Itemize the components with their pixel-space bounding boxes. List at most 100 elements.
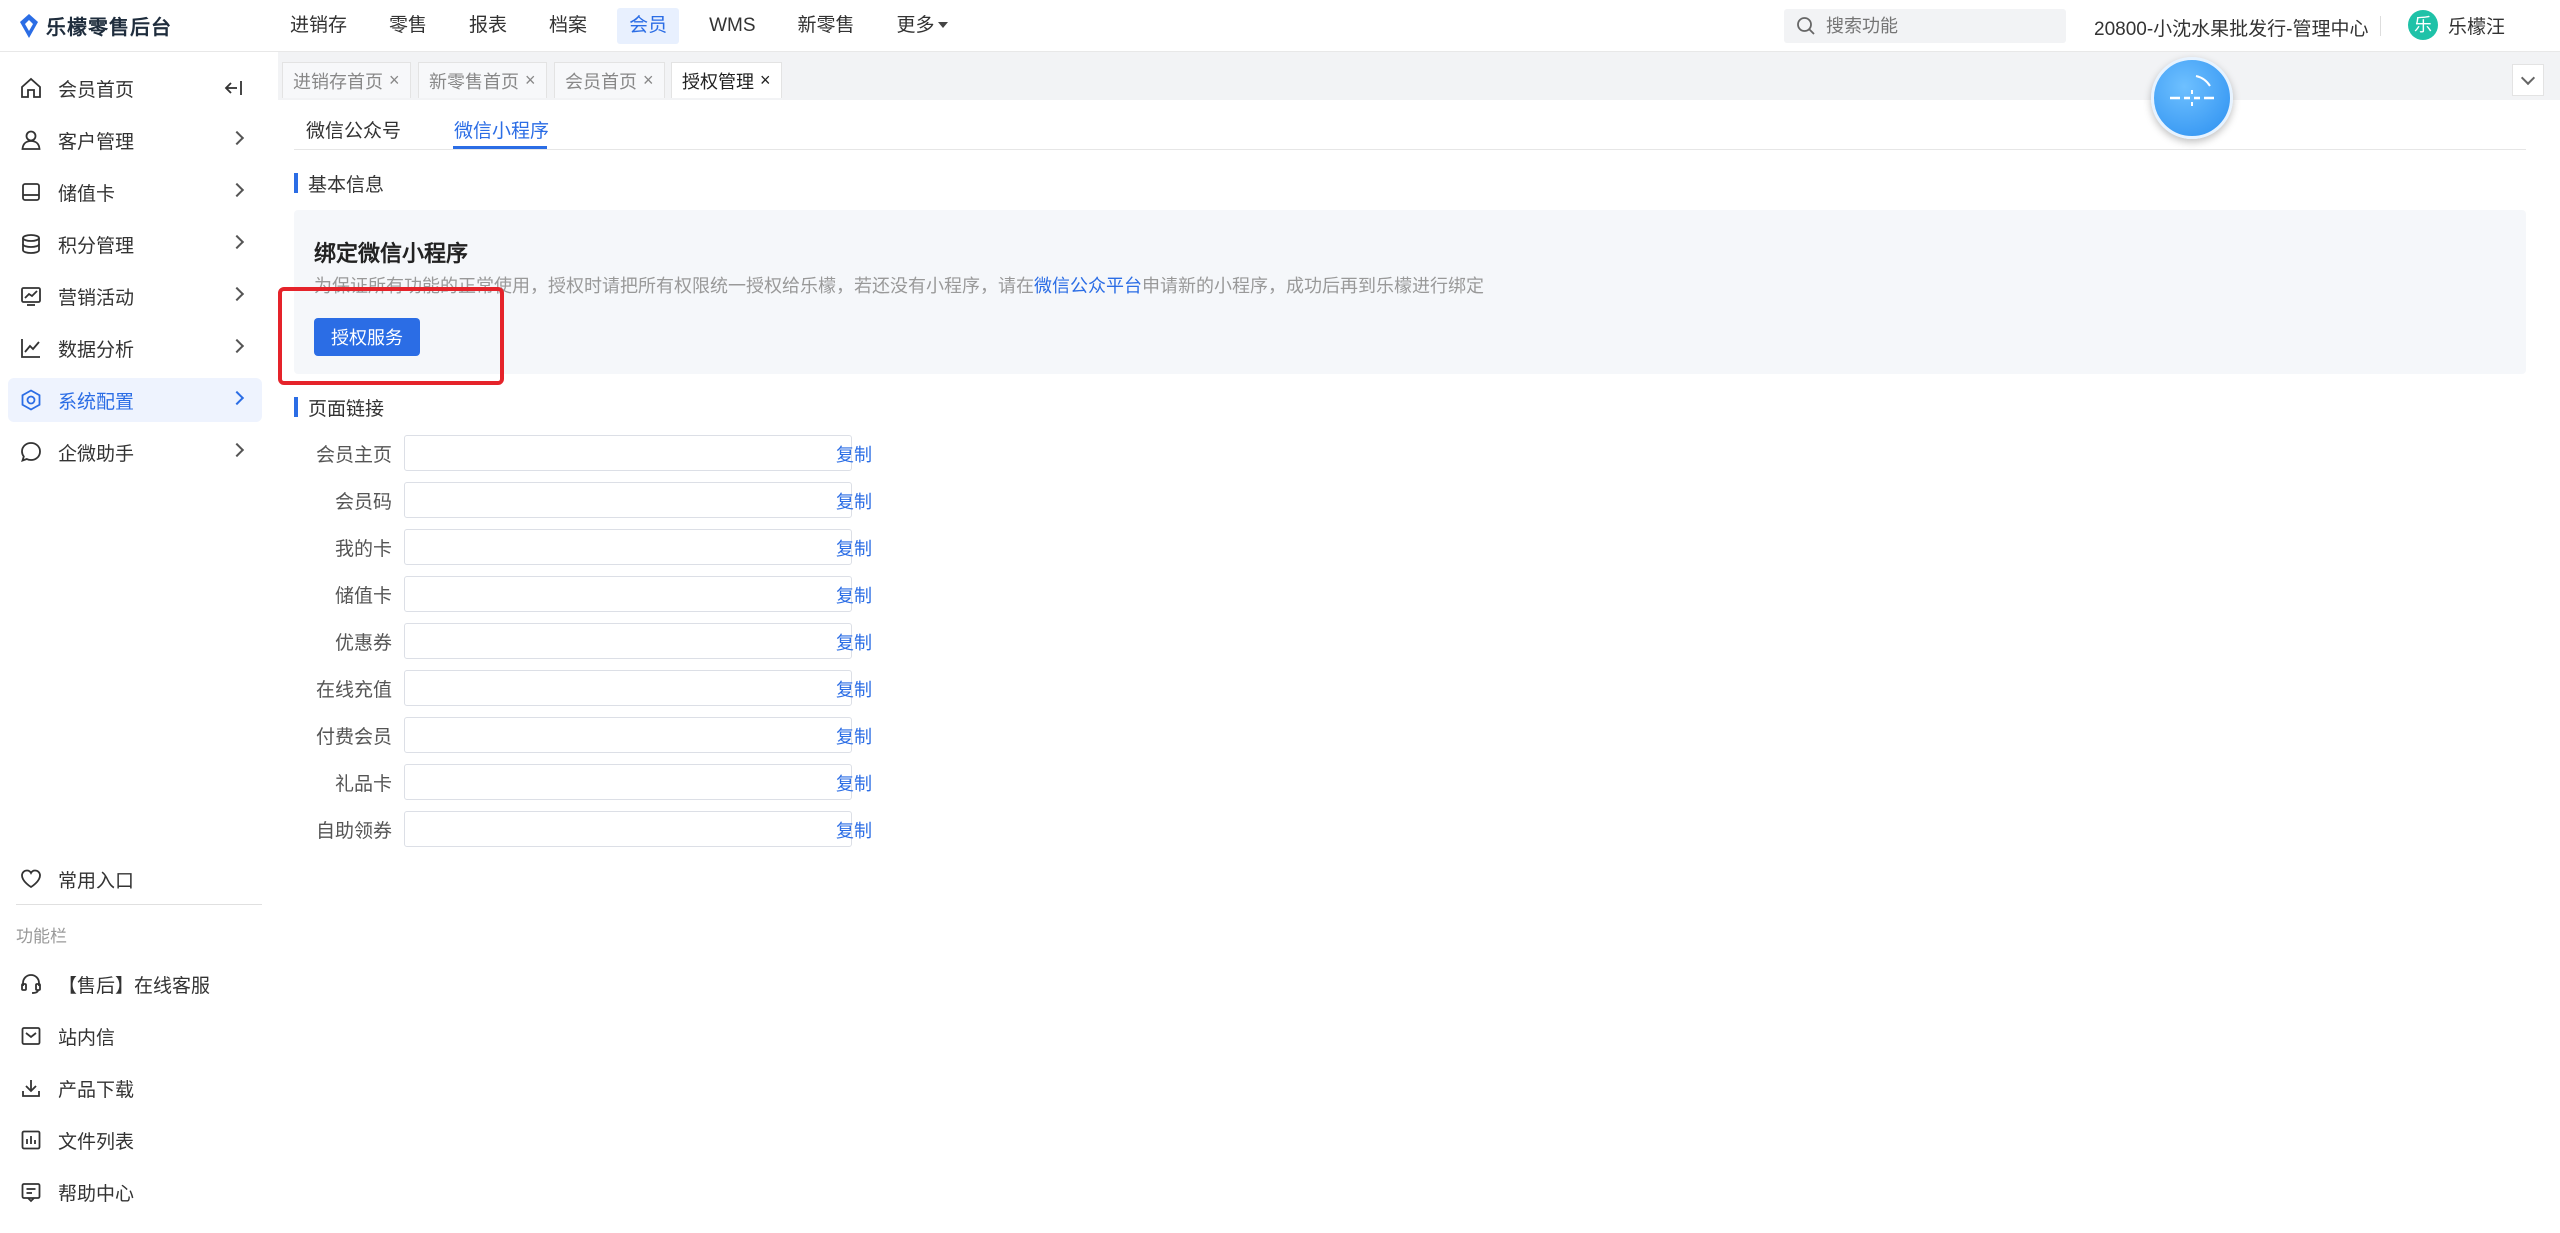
- section-title-basic-info: 基本信息: [294, 170, 384, 197]
- copy-button[interactable]: 复制: [836, 770, 872, 796]
- copy-button[interactable]: 复制: [836, 441, 872, 467]
- link-row-stored-value-card: 储值卡 复制: [294, 575, 872, 613]
- settings-icon: [18, 387, 44, 413]
- sidebar-tool-label: 帮助中心: [58, 1183, 135, 1205]
- highlight-box: [278, 287, 504, 385]
- nav-item-archives[interactable]: 档案: [537, 8, 599, 44]
- search-icon: [1797, 17, 1815, 35]
- headset-icon: [18, 971, 44, 997]
- nav-item-reports[interactable]: 报表: [457, 8, 519, 44]
- chevron-down-icon: [2520, 70, 2536, 85]
- page-tab-auth-management[interactable]: 授权管理 ×: [671, 62, 782, 98]
- link-field[interactable]: [404, 717, 852, 753]
- wechat-platform-link[interactable]: 微信公众平台: [1034, 276, 1142, 296]
- link-field[interactable]: [404, 576, 852, 612]
- nav-item-members[interactable]: 会员: [617, 7, 680, 44]
- link-label: 自助领券: [315, 820, 392, 842]
- home-icon: [18, 75, 44, 101]
- section-title-page-links: 页面链接: [294, 394, 384, 421]
- nav-item-retail[interactable]: 零售: [377, 8, 439, 44]
- sidebar-item-wecom-assistant[interactable]: 企微助手: [8, 430, 262, 474]
- nav-item-new-retail[interactable]: 新零售: [786, 8, 867, 44]
- link-row-online-recharge: 在线充值 复制: [294, 669, 872, 707]
- sidebar-favorites-label: 常用入口: [58, 870, 135, 892]
- link-row-gift-card: 礼品卡 复制: [294, 763, 872, 801]
- database-icon: [18, 231, 44, 257]
- copy-button[interactable]: 复制: [836, 676, 872, 702]
- link-field[interactable]: [404, 435, 852, 471]
- nav-item-inventory[interactable]: 进销存: [278, 8, 359, 44]
- link-row-my-card: 我的卡 复制: [294, 528, 872, 566]
- link-row-coupons: 优惠券 复制: [294, 622, 872, 660]
- sidebar-item-marketing[interactable]: 营销活动: [8, 274, 262, 318]
- logo[interactable]: 乐檬零售后台: [0, 11, 278, 40]
- nav-item-more[interactable]: 更多: [885, 8, 960, 44]
- close-icon[interactable]: ×: [760, 70, 771, 91]
- link-field[interactable]: [404, 529, 852, 565]
- link-field[interactable]: [404, 811, 852, 847]
- logo-mark-icon: [18, 13, 40, 39]
- main-panel: 微信公众号 微信小程序 基本信息 绑定微信小程序 为保证所有功能的正常使用，授权…: [278, 100, 2560, 1233]
- search-box[interactable]: [1784, 9, 2066, 43]
- sidebar-item-stored-value-card[interactable]: 储值卡: [8, 170, 262, 214]
- link-row-member-code: 会员码 复制: [294, 481, 872, 519]
- sidebar-tool-label: 站内信: [58, 1027, 116, 1049]
- main-nav: 进销存 零售 报表 档案 会员 WMS 新零售 更多: [278, 0, 978, 52]
- sidebar-item-analytics[interactable]: 数据分析: [8, 326, 262, 370]
- page-tab-new-retail-home[interactable]: 新零售首页 ×: [418, 62, 547, 98]
- sidebar-item-member-home[interactable]: 会员首页: [8, 66, 262, 110]
- nav-more-label: 更多: [896, 14, 935, 36]
- chevron-right-icon: [229, 286, 245, 302]
- link-field[interactable]: [404, 670, 852, 706]
- close-icon[interactable]: ×: [525, 70, 536, 91]
- chat-icon: [18, 439, 44, 465]
- link-field[interactable]: [404, 764, 852, 800]
- sidebar-tool-downloads[interactable]: 产品下载: [8, 1066, 262, 1110]
- sidebar-item-label: 客户管理: [58, 131, 135, 153]
- heart-icon: [18, 866, 44, 892]
- tab-wechat-official-account[interactable]: 微信公众号: [306, 116, 401, 143]
- store-name[interactable]: 20800-小沈水果批发行-管理中心: [2094, 14, 2369, 41]
- page-tab-label: 进销存首页: [293, 71, 383, 92]
- copy-button[interactable]: 复制: [836, 535, 872, 561]
- copy-button[interactable]: 复制: [836, 723, 872, 749]
- bind-mini-program-card: 绑定微信小程序 为保证所有功能的正常使用，授权时请把所有权限统一授权给乐檬，若还…: [278, 210, 2526, 385]
- sidebar-item-system-config[interactable]: 系统配置: [8, 378, 262, 422]
- sidebar-item-label: 数据分析: [58, 339, 135, 361]
- link-field[interactable]: [404, 482, 852, 518]
- sidebar-tool-help-center[interactable]: 帮助中心: [8, 1170, 262, 1214]
- copy-button[interactable]: 复制: [836, 629, 872, 655]
- sidebar-tool-online-support[interactable]: 【售后】在线客服: [8, 962, 262, 1006]
- copy-button[interactable]: 复制: [836, 488, 872, 514]
- sidebar-tool-file-list[interactable]: 文件列表: [8, 1118, 262, 1162]
- link-field[interactable]: [404, 623, 852, 659]
- page-tab-member-home[interactable]: 会员首页 ×: [554, 62, 665, 98]
- copy-button[interactable]: 复制: [836, 582, 872, 608]
- user-menu[interactable]: 乐 乐檬汪: [2408, 10, 2505, 40]
- user-icon: [18, 127, 44, 153]
- page-tab-label: 授权管理: [682, 71, 754, 92]
- sidebar-tool-messages[interactable]: 站内信: [8, 1014, 262, 1058]
- avatar: 乐: [2408, 10, 2438, 40]
- sidebar-item-points[interactable]: 积分管理: [8, 222, 262, 266]
- caret-down-icon: [937, 22, 948, 29]
- chevron-right-icon: [229, 338, 245, 354]
- link-label: 优惠券: [334, 632, 392, 654]
- sidebar-favorites[interactable]: 常用入口: [8, 857, 262, 901]
- link-row-self-coupon: 自助领券 复制: [294, 810, 872, 848]
- floating-assistant-button[interactable]: [2151, 57, 2233, 139]
- tabs-dropdown-button[interactable]: [2512, 64, 2544, 96]
- copy-button[interactable]: 复制: [836, 817, 872, 843]
- divider: [2380, 16, 2381, 36]
- sidebar-item-label: 会员首页: [58, 79, 135, 101]
- collapse-sidebar-icon[interactable]: [222, 76, 246, 100]
- tab-wechat-mini-program[interactable]: 微信小程序: [454, 116, 549, 143]
- nav-item-wms[interactable]: WMS: [697, 8, 767, 44]
- search-input[interactable]: [1826, 15, 2046, 37]
- close-icon[interactable]: ×: [643, 70, 654, 91]
- sidebar-item-label: 营销活动: [58, 287, 135, 309]
- page-tab-inventory-home[interactable]: 进销存首页 ×: [282, 62, 411, 98]
- close-icon[interactable]: ×: [389, 70, 400, 91]
- sidebar-item-customers[interactable]: 客户管理: [8, 118, 262, 162]
- link-label: 会员码: [334, 491, 392, 513]
